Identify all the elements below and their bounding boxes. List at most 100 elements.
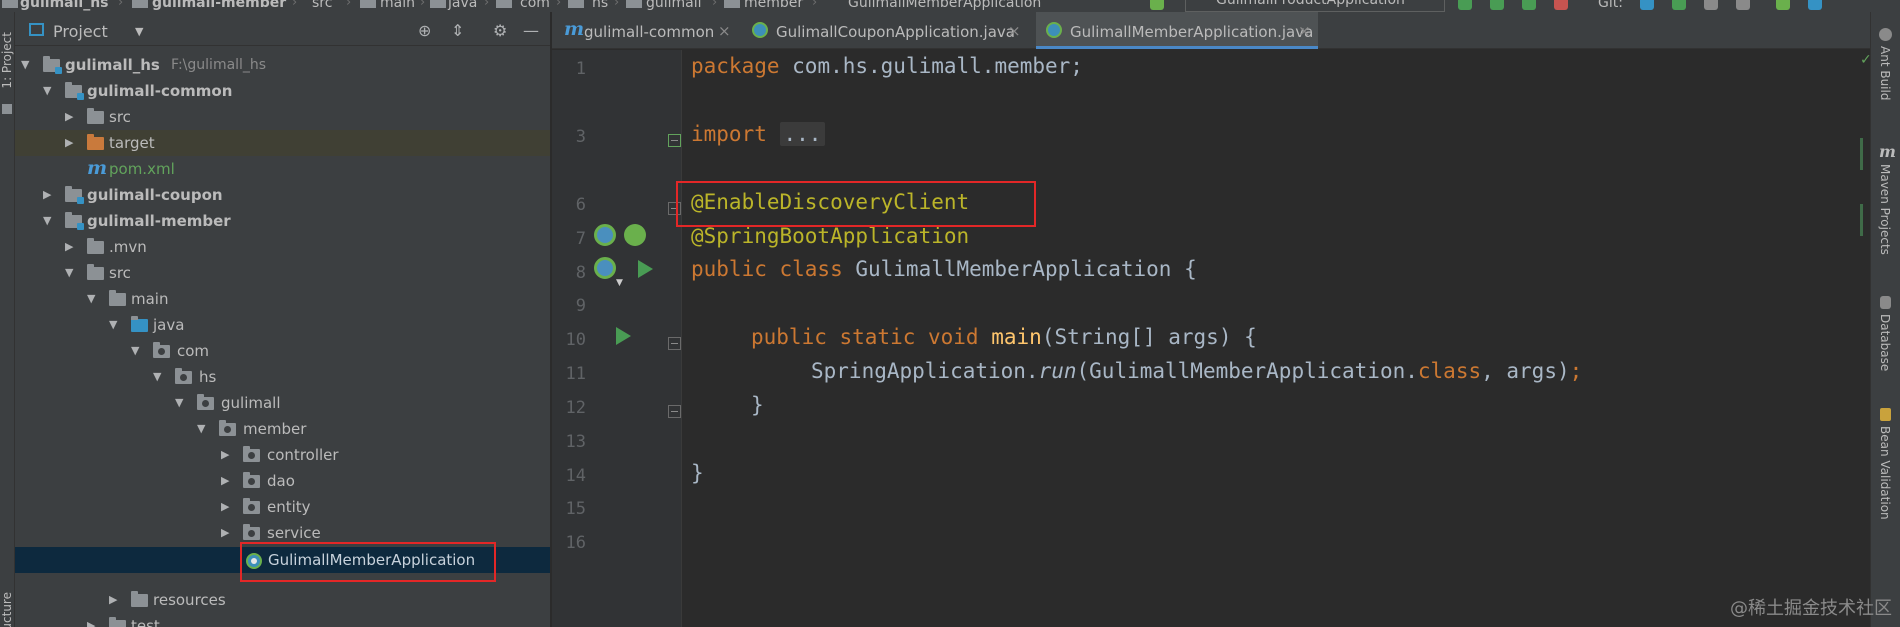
breadcrumb-project[interactable]: gulimall_hs [20, 0, 109, 11]
coverage-icon[interactable] [1522, 0, 1536, 10]
tree-item-entity[interactable]: ▶ entity [15, 494, 550, 520]
run-configuration-select[interactable]: GulimallProductApplication [1185, 0, 1445, 12]
tree-item-label: gulimall-member [87, 212, 231, 230]
fold-expand-icon[interactable] [668, 134, 681, 147]
breadcrumb-gulimall[interactable]: gulimall [646, 0, 702, 11]
chevron-down-icon[interactable]: ▼ [131, 344, 139, 357]
tab-gulimall-member-application[interactable]: GulimallMemberApplication.java × [1036, 12, 1318, 49]
close-icon[interactable]: × [1298, 22, 1311, 40]
chevron-down-icon[interactable]: ▼ [153, 370, 161, 383]
tree-item-pom-xml[interactable]: m pom.xml [15, 156, 550, 182]
stop-icon[interactable] [1554, 0, 1568, 10]
tree-item-hs[interactable]: ▼ hs [15, 364, 550, 390]
breadcrumb-separator: › [812, 0, 818, 10]
breadcrumb-java[interactable]: java [448, 0, 477, 11]
bean-search-icon[interactable] [594, 224, 616, 246]
collapse-all-icon[interactable]: ⇕ [451, 21, 464, 40]
fold-collapse-icon[interactable] [668, 337, 681, 350]
locate-icon[interactable]: ⊕ [418, 21, 431, 40]
project-tool-tab[interactable]: 1: Project [0, 32, 14, 89]
tree-item-src[interactable]: ▼ src [15, 260, 550, 286]
tree-item-com[interactable]: ▼ com [15, 338, 550, 364]
history-icon[interactable] [1704, 0, 1718, 10]
database-icon [1880, 296, 1891, 309]
hammer-icon[interactable] [1150, 0, 1164, 10]
chevron-right-icon[interactable]: ▶ [221, 500, 229, 513]
tree-item-java[interactable]: ▼ java [15, 312, 550, 338]
breadcrumb-hs[interactable]: hs [592, 0, 608, 11]
project-structure-icon[interactable] [1808, 0, 1822, 10]
minimize-icon[interactable]: — [523, 21, 539, 40]
tree-item-main[interactable]: ▼ main [15, 286, 550, 312]
chevron-right-icon[interactable]: ▶ [221, 526, 229, 539]
chevron-down-icon[interactable]: ▼ [616, 278, 623, 288]
tree-item-mvn[interactable]: ▶ .mvn [15, 234, 550, 260]
bean-validation-tool-tab[interactable]: Bean Validation [1878, 426, 1892, 520]
spring-boot-app-icon[interactable] [594, 257, 616, 279]
tree-item-gulimall-common[interactable]: ▼ gulimall-common [15, 78, 550, 104]
chevron-right-icon[interactable]: ▶ [65, 136, 73, 149]
tree-item-dao[interactable]: ▶ dao [15, 468, 550, 494]
project-panel-title[interactable]: Project [53, 22, 108, 41]
chevron-down-icon[interactable]: ▼ [65, 266, 73, 279]
git-commit-icon[interactable] [1672, 0, 1686, 10]
chevron-down-icon[interactable]: ▼ [87, 292, 95, 305]
tree-item-label: src [109, 108, 131, 126]
tab-gulimall-common[interactable]: m gulimall-common × [552, 12, 737, 49]
chevron-down-icon[interactable]: ▼ [197, 422, 205, 435]
tree-item-test[interactable]: ▶ test [15, 613, 550, 627]
chevron-right-icon[interactable]: ▶ [43, 188, 51, 201]
ant-build-tool-tab[interactable]: Ant Build [1878, 46, 1892, 100]
structure-tool-tab[interactable]: ucture [0, 592, 14, 627]
debug-icon[interactable] [1490, 0, 1504, 10]
highlight-box-annotation [676, 181, 1036, 227]
run-gutter-icon[interactable] [616, 327, 631, 345]
close-icon[interactable]: × [718, 22, 731, 40]
gear-icon[interactable]: ⚙ [493, 21, 507, 40]
maven-projects-tool-tab[interactable]: Maven Projects [1878, 164, 1892, 255]
breadcrumb-module[interactable]: gulimall-member [152, 0, 286, 11]
tree-item-resources[interactable]: ▶ resources [15, 587, 550, 613]
line-number: 13 [565, 432, 586, 452]
tree-item-project-root[interactable]: ▼ gulimall_hs F:\gulimall_hs [15, 52, 550, 78]
code-line-3: import ... [691, 122, 826, 156]
folded-imports[interactable]: ... [779, 122, 826, 146]
tree-item-label: com [177, 342, 210, 360]
revert-icon[interactable] [1736, 0, 1750, 10]
run-icon[interactable] [1458, 0, 1472, 10]
tree-item-gulimall[interactable]: ▼ gulimall [15, 390, 550, 416]
breadcrumb-main[interactable]: main [380, 0, 415, 11]
chevron-right-icon[interactable]: ▶ [221, 448, 229, 461]
database-tool-tab[interactable]: Database [1878, 314, 1892, 371]
breadcrumb-member[interactable]: member [744, 0, 803, 11]
breadcrumb-class[interactable]: GulimallMemberApplication [848, 0, 1041, 11]
tree-item-target[interactable]: ▶ target [15, 130, 550, 156]
tab-gulimall-coupon-application[interactable]: GulimallCouponApplication.java × [742, 12, 1024, 49]
chevron-right-icon[interactable]: ▶ [87, 619, 95, 627]
chevron-right-icon[interactable]: ▶ [221, 474, 229, 487]
run-gutter-icon[interactable] [638, 260, 653, 278]
breadcrumb-com[interactable]: com [520, 0, 550, 11]
chevron-right-icon[interactable]: ▶ [65, 110, 73, 123]
chevron-down-icon[interactable]: ▼ [43, 214, 51, 227]
chevron-right-icon[interactable]: ▶ [109, 593, 117, 606]
tree-item-controller[interactable]: ▶ controller [15, 442, 550, 468]
close-icon[interactable]: × [1008, 22, 1021, 40]
tree-item-src[interactable]: ▶ src [15, 104, 550, 130]
chevron-down-icon[interactable]: ▼ [109, 318, 117, 331]
chevron-down-icon[interactable]: ▼ [135, 25, 143, 38]
chevron-down-icon[interactable]: ▼ [43, 84, 51, 97]
chevron-right-icon[interactable]: ▶ [65, 240, 73, 253]
git-update-icon[interactable] [1640, 0, 1654, 10]
build-icon[interactable] [1776, 0, 1790, 10]
tree-item-label: target [109, 134, 155, 152]
spring-bean-icon[interactable] [624, 224, 646, 246]
tree-item-gulimall-coupon[interactable]: ▶ gulimall-coupon [15, 182, 550, 208]
chevron-down-icon[interactable]: ▼ [175, 396, 183, 409]
tree-item-member[interactable]: ▼ member [15, 416, 550, 442]
tree-item-gulimall-member[interactable]: ▼ gulimall-member [15, 208, 550, 234]
chevron-down-icon[interactable]: ▼ [21, 58, 29, 71]
fold-end-icon[interactable] [668, 405, 681, 418]
code-editor[interactable]: package com.hs.gulimall.member; import .… [683, 50, 1870, 627]
breadcrumb-src[interactable]: src [312, 0, 332, 11]
